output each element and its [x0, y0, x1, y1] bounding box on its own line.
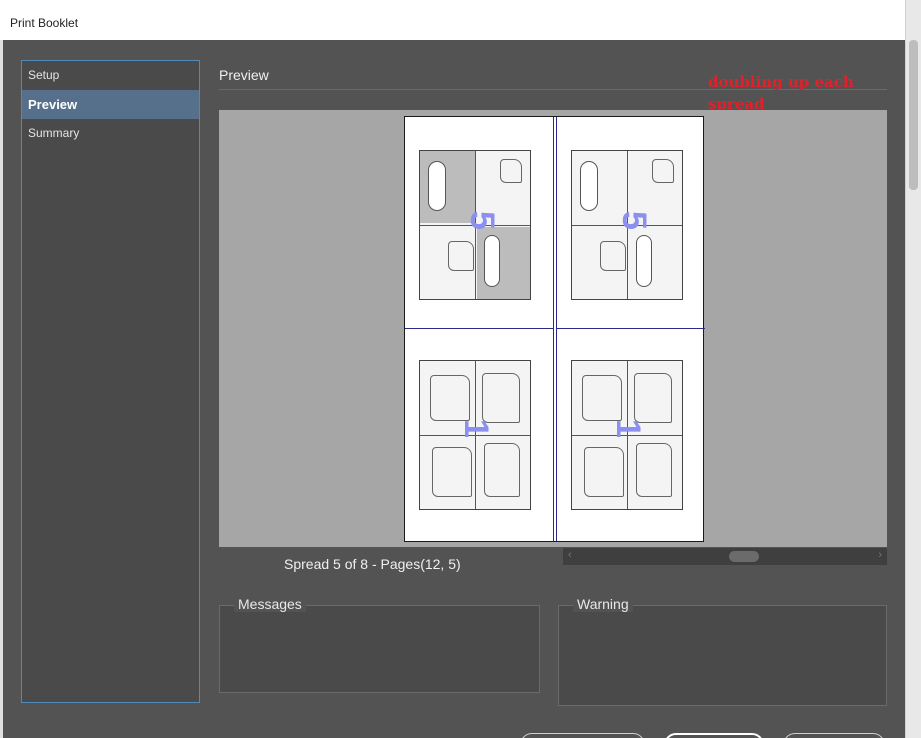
section-title: Preview [219, 67, 269, 83]
sidebar: Setup Preview Summary [21, 60, 200, 703]
comic-thumbnail: 5 [419, 150, 531, 300]
red-annotation-text: doubling up each spread [708, 73, 854, 113]
window-title: Print Booklet [10, 16, 79, 30]
window-scrollbar[interactable] [905, 0, 921, 738]
comic-thumbnail: 1 [571, 360, 683, 510]
sidebar-item-preview[interactable]: Preview [22, 90, 199, 119]
messages-panel [219, 605, 540, 693]
title-bar: Print Booklet [0, 0, 905, 40]
warning-label: Warning [573, 596, 633, 612]
dialog-button[interactable] [520, 733, 645, 738]
primary-dialog-button[interactable] [664, 733, 764, 738]
spread-scrollbar[interactable]: ‹ › [563, 548, 887, 565]
sidebar-item-summary[interactable]: Summary [22, 119, 199, 148]
spread-page-left: 5 1 [405, 117, 554, 541]
spread-scrollbar-thumb[interactable] [729, 551, 759, 562]
warning-panel [558, 605, 887, 706]
spread-caption: Spread 5 of 8 - Pages(12, 5) [284, 556, 461, 572]
comic-thumbnail: 5 [571, 150, 683, 300]
spread-preview: 5 1 5 1 [404, 116, 705, 542]
messages-label: Messages [234, 596, 306, 612]
spread-page-right: 5 1 [556, 117, 705, 541]
window-scrollbar-thumb[interactable] [909, 40, 918, 190]
booklet-preview-area: 5 1 5 1 [219, 110, 887, 547]
scroll-right-icon[interactable]: › [878, 549, 882, 561]
sidebar-item-setup[interactable]: Setup [22, 61, 199, 90]
comic-thumbnail: 1 [419, 360, 531, 510]
dialog-button[interactable] [783, 733, 885, 738]
window-edge [0, 40, 3, 738]
scroll-left-icon[interactable]: ‹ [568, 549, 572, 561]
